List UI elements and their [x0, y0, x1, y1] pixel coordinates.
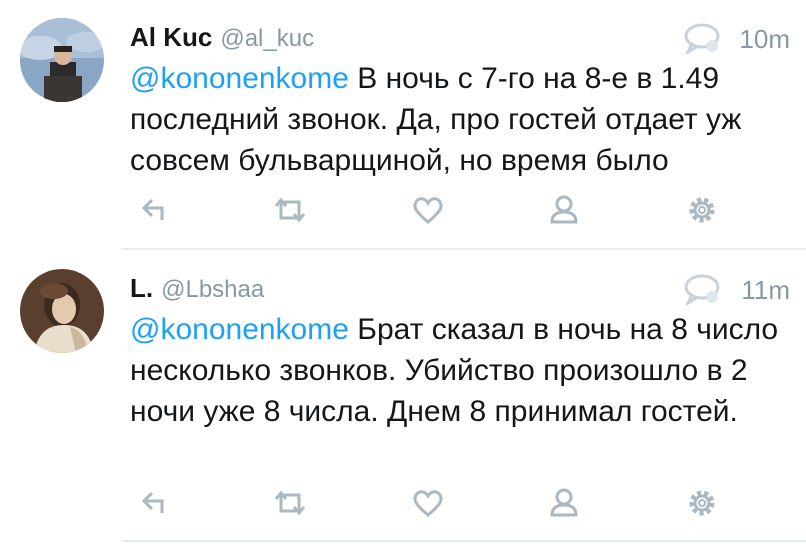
gear-icon[interactable]: [682, 190, 722, 230]
divider: [122, 540, 806, 542]
username[interactable]: @al_kuc: [220, 25, 314, 52]
gear-icon[interactable]: [682, 483, 722, 523]
reply-icon[interactable]: [136, 483, 176, 523]
tweet[interactable]: L. @Lbshaa 11m @kononenkome Брат сказал в…: [0, 251, 806, 541]
tweet[interactable]: Al Kuc @al_kuc 10m @kononenkome В ночь с …: [0, 0, 806, 250]
mention-link[interactable]: @kononenkome: [130, 313, 349, 346]
tweet-header: Al Kuc @al_kuc 10m: [130, 22, 796, 58]
tweet-header: L. @Lbshaa 11m: [130, 273, 796, 309]
retweet-icon[interactable]: [270, 190, 310, 230]
avatar[interactable]: [20, 269, 104, 353]
tweet-actions: [130, 190, 730, 230]
retweet-icon[interactable]: [270, 483, 310, 523]
conversation-icon: [682, 273, 722, 307]
tweet-actions: [130, 483, 730, 523]
timestamp[interactable]: 10m: [739, 24, 790, 55]
conversation-icon: [682, 22, 722, 56]
username[interactable]: @Lbshaa: [161, 276, 264, 303]
person-icon[interactable]: [544, 483, 584, 523]
divider: [122, 248, 806, 250]
tweet-text: @kononenkome Брат сказал в ночь на 8 чис…: [130, 309, 790, 432]
timestamp[interactable]: 11m: [741, 275, 790, 306]
tweet-text: @kononenkome В ночь с 7-го на 8-е в 1.49…: [130, 58, 790, 181]
heart-icon[interactable]: [408, 483, 448, 523]
mention-link[interactable]: @kononenkome: [130, 62, 349, 95]
display-name[interactable]: L.: [130, 273, 153, 303]
person-icon[interactable]: [544, 190, 584, 230]
reply-icon[interactable]: [136, 190, 176, 230]
display-name[interactable]: Al Kuc: [130, 22, 212, 52]
avatar[interactable]: [20, 18, 104, 102]
heart-icon[interactable]: [408, 190, 448, 230]
